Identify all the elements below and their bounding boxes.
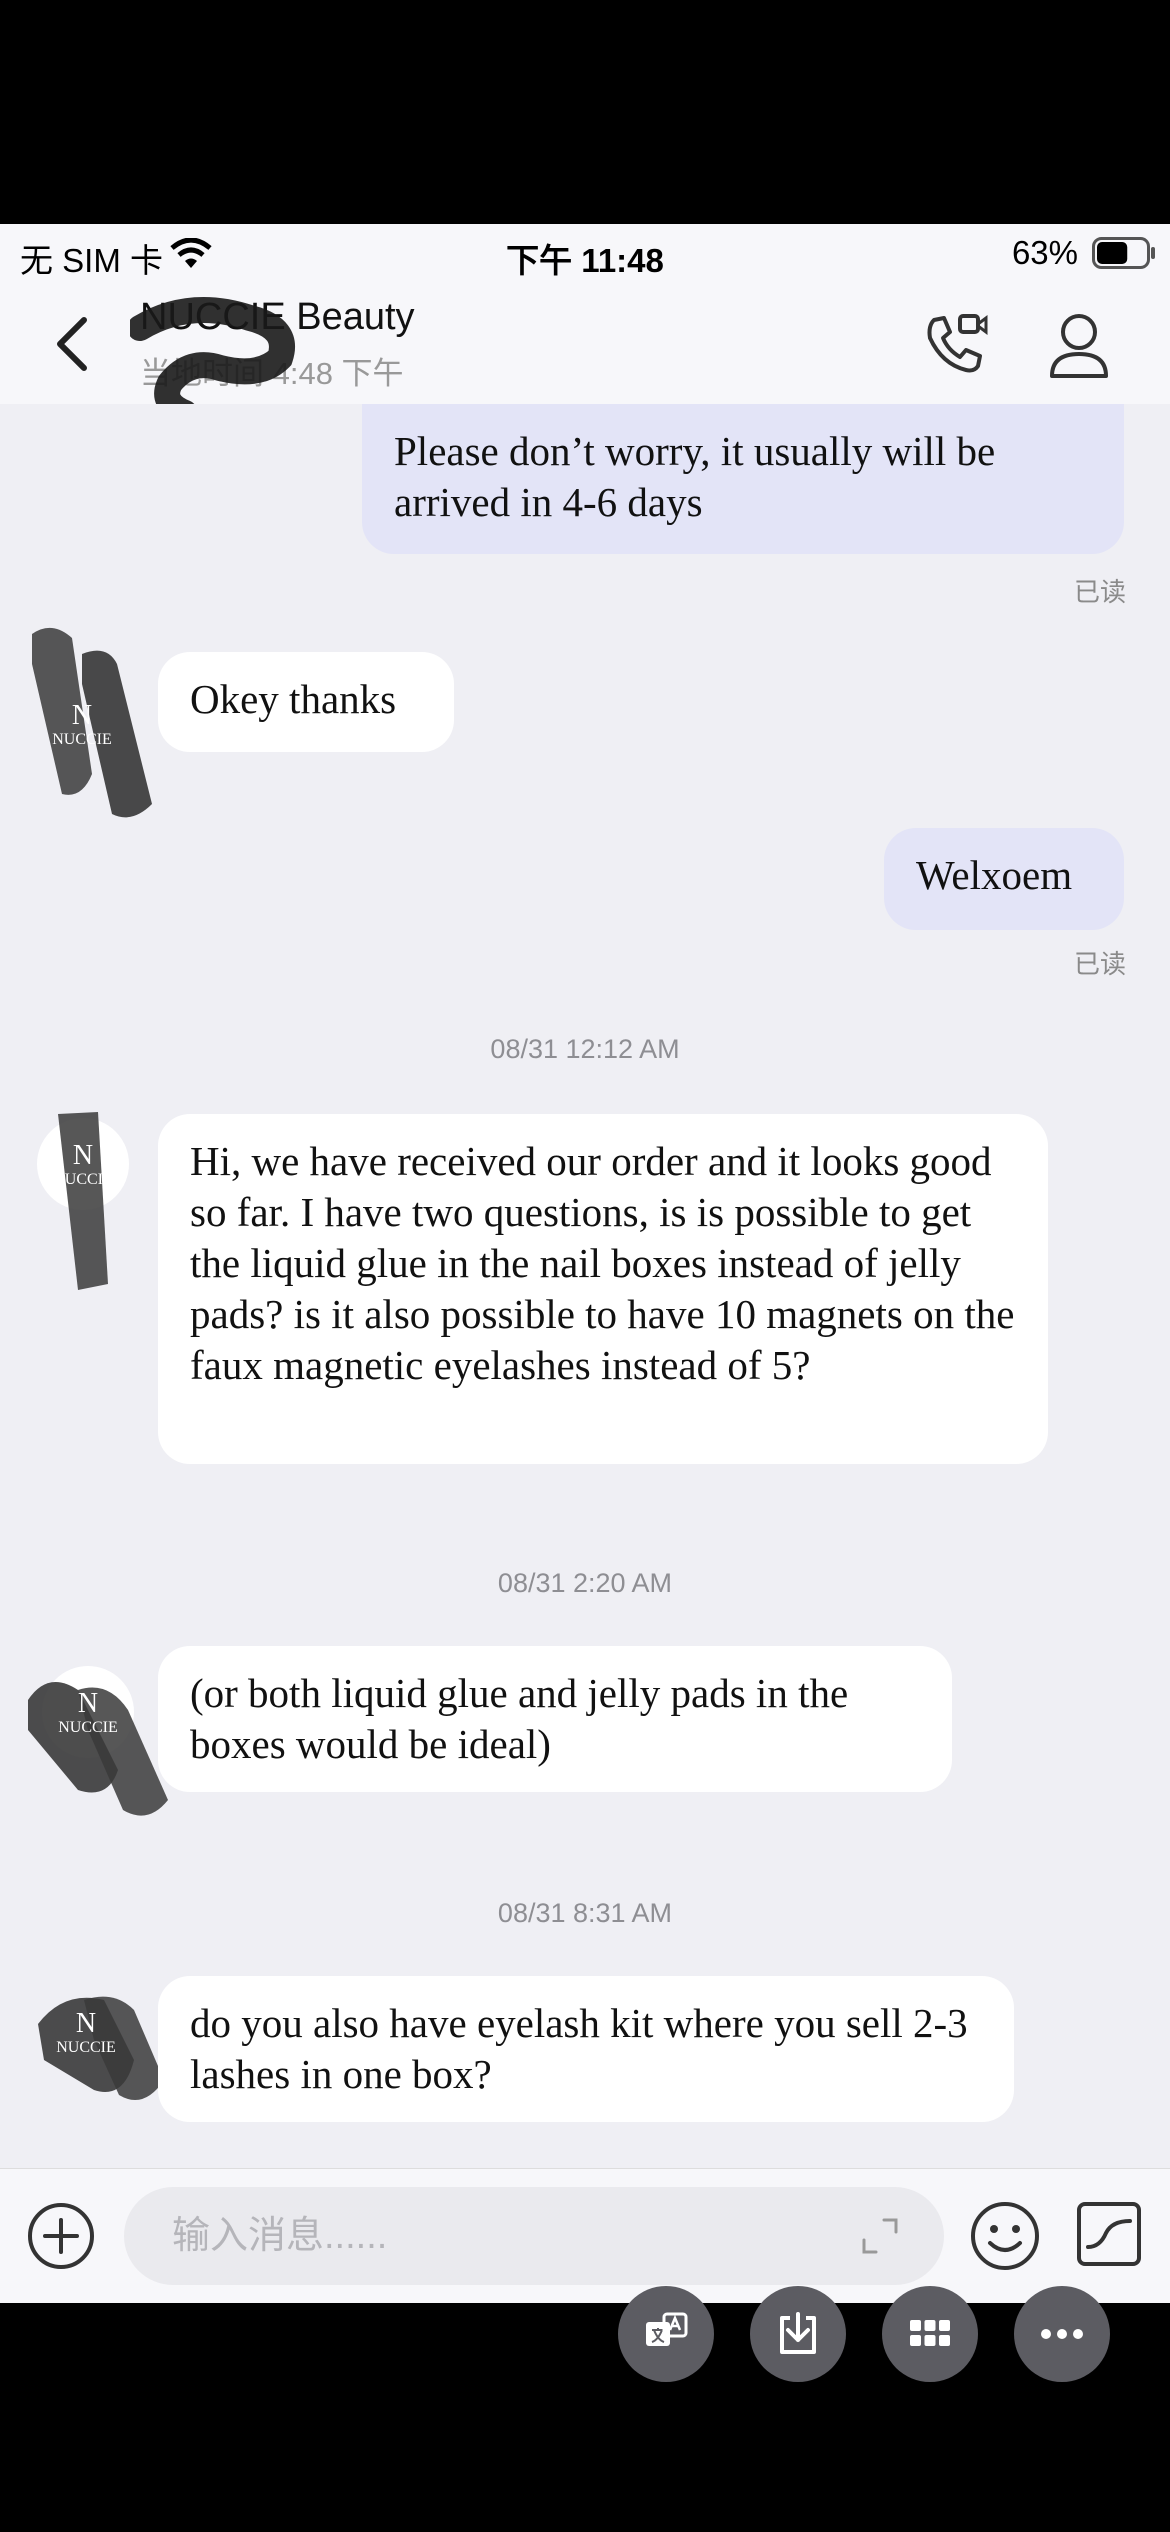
message-text: do you also have eyelash kit where you s… xyxy=(190,2000,968,2097)
message-input-placeholder: 输入消息...... xyxy=(172,2215,388,2257)
expand-icon[interactable] xyxy=(860,2216,900,2256)
avatar[interactable]: N NUCCIE xyxy=(24,1970,174,2168)
profile-icon[interactable] xyxy=(1046,310,1112,380)
avatar-logo-letter: N xyxy=(78,1688,98,1719)
outgoing-message[interactable]: Welxoem xyxy=(884,828,1124,930)
avatar-logo-word: NUCCIE xyxy=(52,731,112,748)
avatar-logo-letter: N xyxy=(72,700,92,731)
incoming-message[interactable]: Hi, we have received our order and it lo… xyxy=(158,1114,1048,1464)
more-icon xyxy=(1041,2329,1083,2339)
grid-icon xyxy=(910,2320,950,2346)
incoming-message[interactable]: do you also have eyelash kit where you s… xyxy=(158,1976,1014,2122)
composer-bar: 输入消息...... xyxy=(0,2168,1170,2303)
status-bar: 无 SIM 卡 下午 11:48 63% xyxy=(0,224,1170,284)
message-input[interactable]: 输入消息...... xyxy=(124,2187,944,2285)
translate-icon xyxy=(646,2312,688,2346)
avatar-logo-word: NUCCIE xyxy=(53,1171,113,1188)
message-text: Please don’t worry, it usually will be a… xyxy=(394,428,996,525)
message-text: Okey thanks xyxy=(190,676,397,722)
message-text: (or both liquid glue and jelly pads in t… xyxy=(190,1670,849,1767)
grid-button[interactable] xyxy=(882,2286,978,2382)
battery-percent: 63% xyxy=(1011,234,1078,271)
voice-video-call-icon[interactable] xyxy=(920,310,990,380)
avatar[interactable]: N NUCCIE xyxy=(28,1104,178,1304)
clock: 下午 11:48 xyxy=(506,242,664,279)
download-icon xyxy=(780,2312,816,2354)
avatar-logo-letter: N xyxy=(73,1140,93,1171)
chat-header: NUCCIE Beauty 当地时间 4:48 下午 xyxy=(0,284,1170,418)
read-receipt: 已读 xyxy=(1073,577,1126,607)
download-button[interactable] xyxy=(750,2286,846,2382)
incoming-message[interactable]: Okey thanks xyxy=(158,652,454,752)
message-text: Welxoem xyxy=(916,852,1073,898)
timestamp: 08/31 2:20 AM xyxy=(497,1568,673,1598)
avatar-logo-word: NUCCIE xyxy=(58,1719,118,1736)
message-text: Hi, we have received our order and it lo… xyxy=(190,1138,1015,1388)
avatar-logo-letter: N xyxy=(76,2008,96,2039)
avatar[interactable]: N NUCCIE xyxy=(18,1650,168,1850)
timestamp: 08/31 8:31 AM xyxy=(497,1898,673,1928)
read-receipt: 已读 xyxy=(1073,949,1126,979)
plus-icon[interactable] xyxy=(26,2201,96,2271)
back-button[interactable] xyxy=(48,314,98,374)
translate-button[interactable] xyxy=(618,2286,714,2382)
battery-icon xyxy=(1092,237,1155,269)
emoji-icon[interactable] xyxy=(968,2199,1042,2273)
timestamp: 08/31 12:12 AM xyxy=(490,1034,680,1064)
incoming-message[interactable]: (or both liquid glue and jelly pads in t… xyxy=(158,1646,952,1792)
avatar[interactable]: N NUCCIE xyxy=(12,624,162,824)
message-list[interactable]: Please don’t worry, it usually will be a… xyxy=(0,404,1170,2168)
outgoing-message[interactable]: Please don’t worry, it usually will be a… xyxy=(362,404,1124,554)
redaction-scribble xyxy=(130,297,295,418)
avatar-logo-word: NUCCIE xyxy=(56,2039,116,2056)
more-button[interactable] xyxy=(1014,2286,1110,2382)
quick-reply-icon[interactable] xyxy=(1074,2199,1144,2269)
